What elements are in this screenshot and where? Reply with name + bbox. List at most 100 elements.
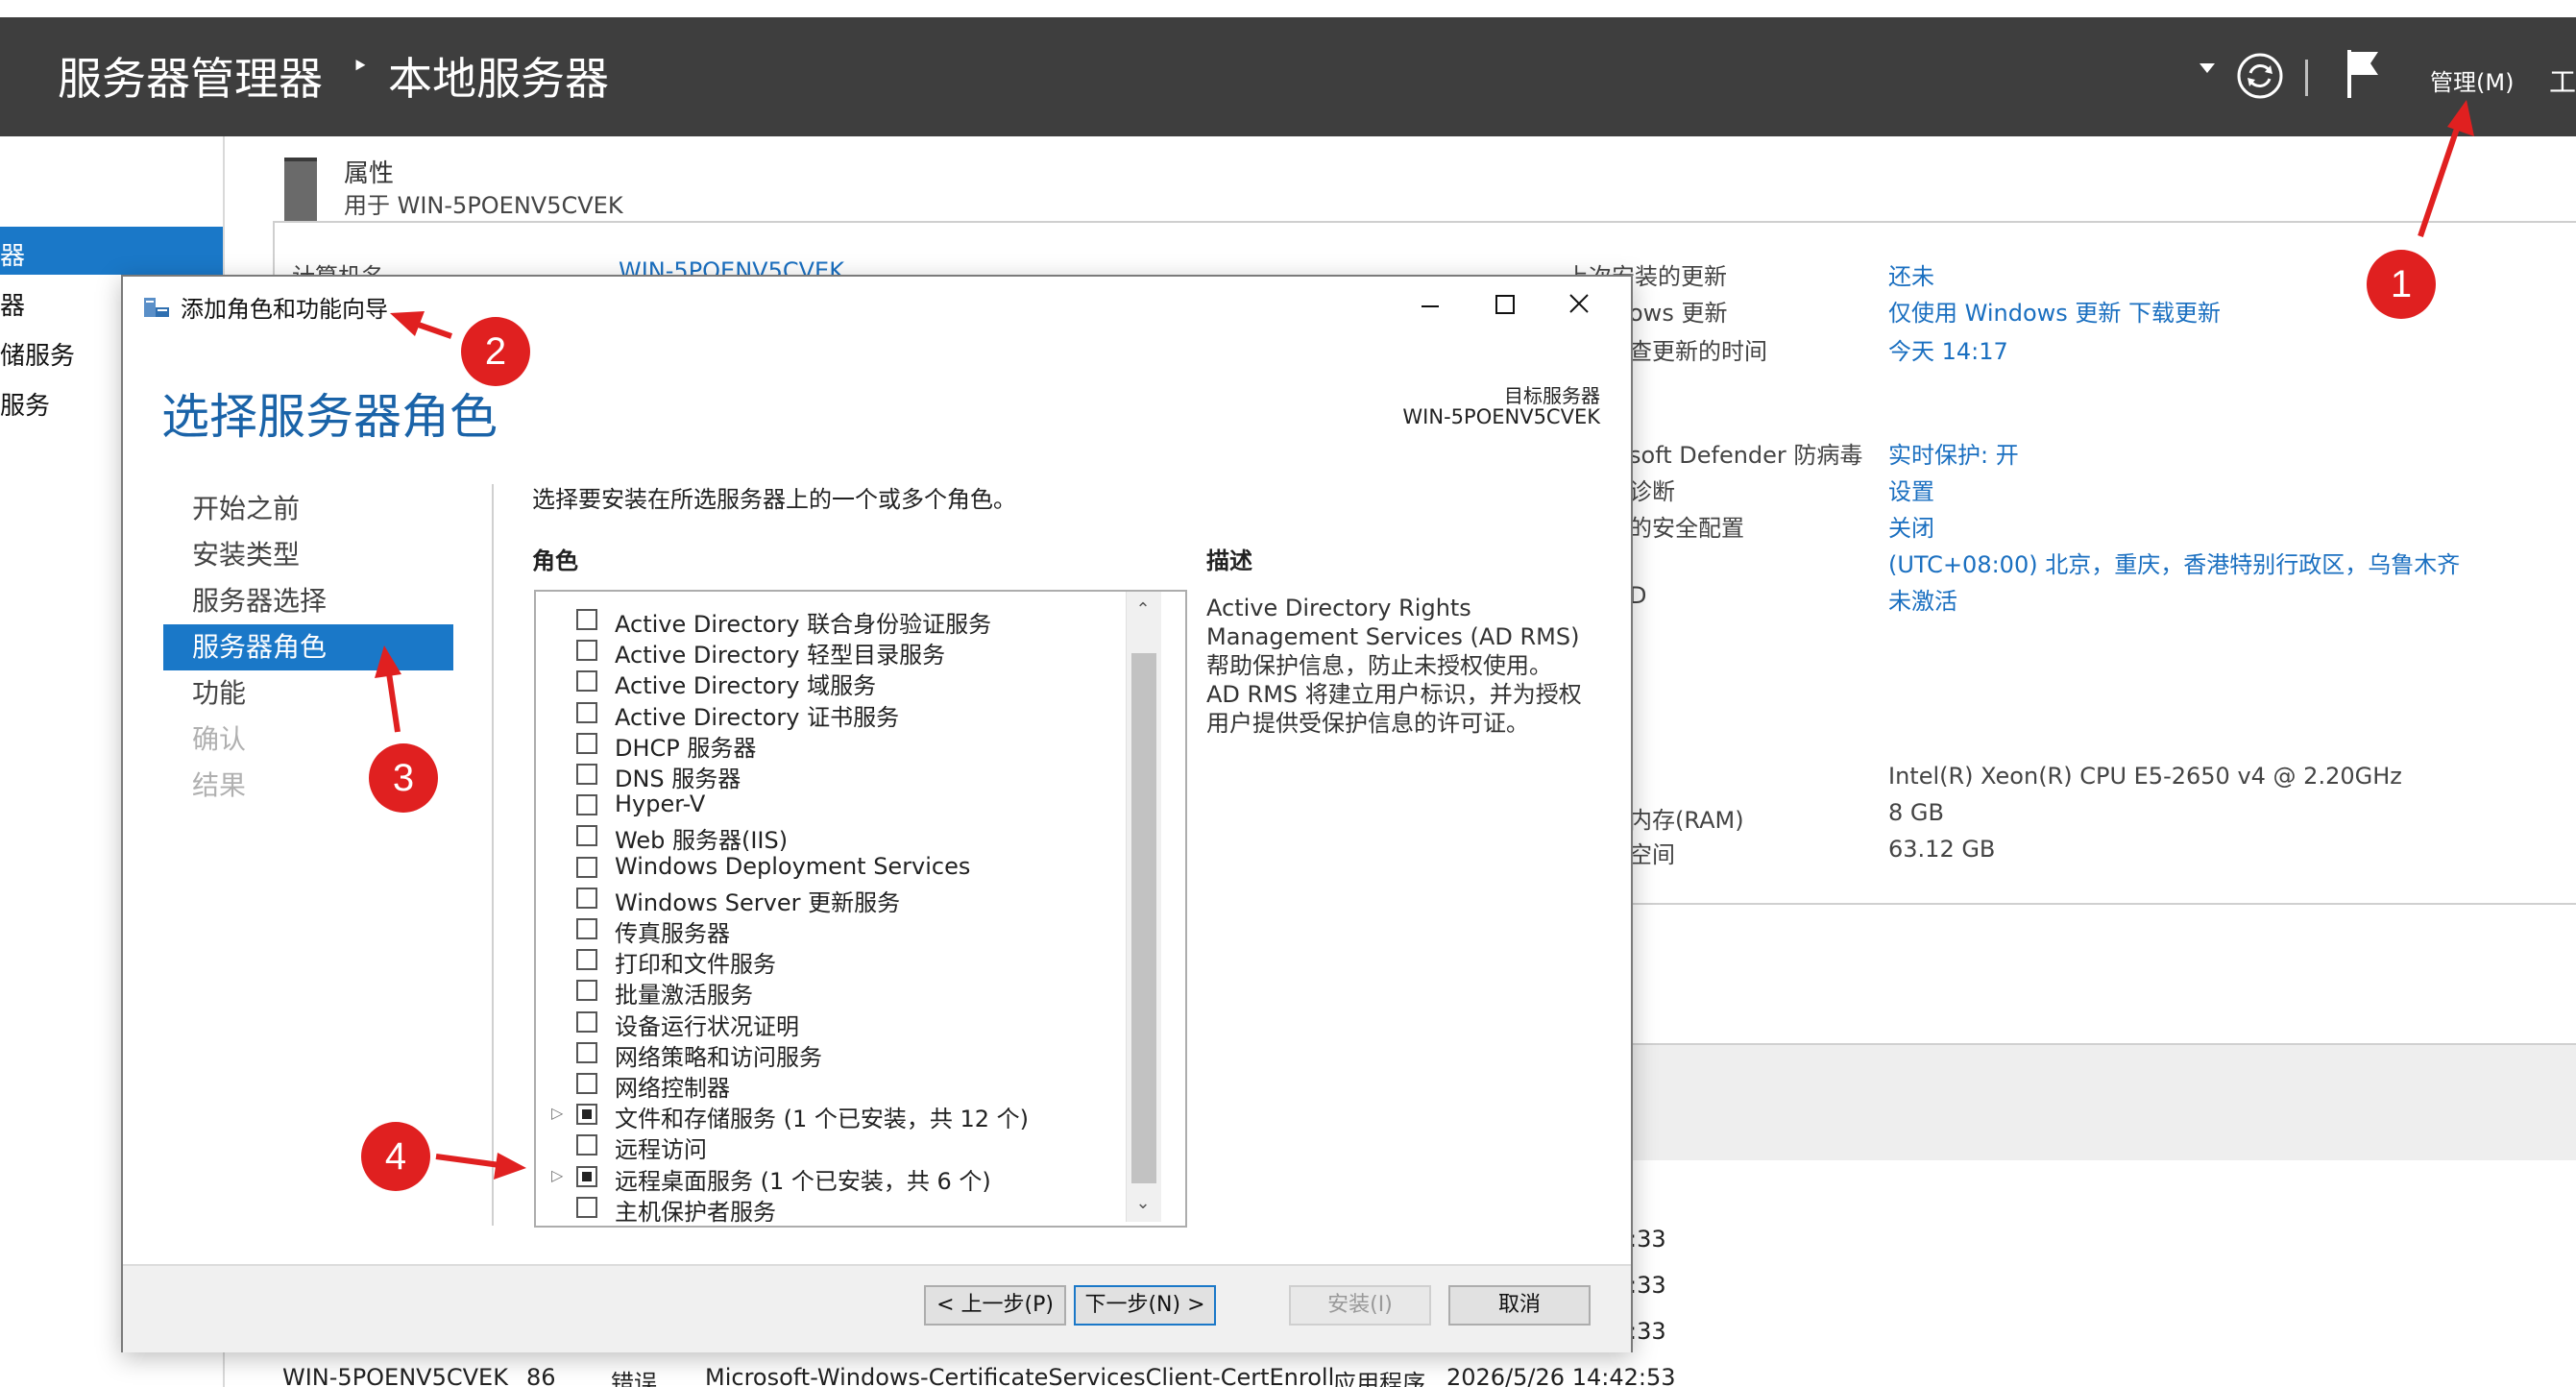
roles-listbox[interactable]: Active Directory 联合身份验证服务 Active Director… [534,590,1187,1228]
prop-label-last-check: 查更新的时间 [1629,338,1767,365]
panel-divider [1629,903,2576,905]
previous-button[interactable]: < 上一步(P) [924,1285,1066,1326]
role-row[interactable]: DNS 服务器 [536,758,1122,792]
event-log: 应用程序 [1333,1370,1425,1387]
event-source: Microsoft-Windows-CertificateServicesCli… [705,1364,1335,1387]
scrollbar-thumb[interactable] [1131,653,1156,1183]
expand-icon[interactable]: ▷ [551,1166,563,1184]
wizard-app-icon [142,294,171,325]
maximize-button[interactable] [1475,277,1533,330]
event-severity: 错误 [611,1370,657,1387]
next-button[interactable]: 下一步(N) > [1074,1285,1216,1326]
flag-icon[interactable] [2344,48,2382,104]
role-row[interactable]: Active Directory 轻型目录服务 [536,634,1122,669]
wizard-title: 添加角色和功能向导 [181,296,388,323]
prop-value-disk: 63.12 GB [1888,836,1996,863]
prop-value-activation[interactable]: 未激活 [1888,582,1957,616]
nav-item-all-servers[interactable]: 器 [0,286,25,322]
role-checkbox[interactable] [576,764,597,785]
description-body: Active Directory Rights Management Servi… [1206,594,1600,738]
role-checkbox[interactable] [576,1073,597,1094]
role-checkbox[interactable] [576,701,597,723]
role-checkbox[interactable] [576,1165,597,1187]
prop-value-timezone[interactable]: (UTC+08:00) 北京，重庆，香港特别行政区，乌鲁木齐 [1888,546,2460,579]
server-icon [284,158,317,221]
role-checkbox[interactable] [576,980,597,1002]
prop-label-security-config: 的安全配置 [1629,515,1744,542]
role-checkbox[interactable] [576,609,597,630]
event-id: 86 [526,1364,556,1387]
role-checkbox[interactable] [576,732,597,754]
step-installation-type[interactable]: 安装类型 [163,532,453,578]
header-divider [2305,60,2308,96]
close-button[interactable] [1550,277,1608,330]
role-row[interactable]: 远程访问 [536,1129,1122,1163]
minimize-button[interactable] [1400,277,1458,330]
role-checkbox[interactable] [576,670,597,693]
role-row[interactable]: 网络控制器 [536,1067,1122,1102]
step-before-you-begin[interactable]: 开始之前 [163,486,453,532]
role-checkbox[interactable] [576,1134,597,1156]
scroll-up-icon[interactable]: ⌃ [1126,594,1160,626]
role-checkbox[interactable] [576,640,597,662]
role-checkbox[interactable] [576,1104,597,1126]
title-bar [0,17,2576,136]
role-row[interactable]: Windows Deployment Services [536,851,1122,882]
annotation-badge-4: 4 [361,1122,430,1191]
role-checkbox[interactable] [576,949,597,971]
prop-value-security-config[interactable]: 关闭 [1888,509,1934,543]
add-roles-wizard-dialog: 添加角色和功能向导 选择服务器角色 目标服务器 WIN-5POENV5CVEK … [121,275,1633,1352]
event-time-1: :33 [1629,1226,1666,1253]
step-server-selection[interactable]: 服务器选择 [163,578,453,624]
prop-label-ram: 内存(RAM) [1629,807,1744,834]
role-checkbox[interactable] [576,918,597,939]
nav-selected-highlight [0,227,223,275]
role-row[interactable]: Hyper-V [536,789,1122,819]
prop-value-defender[interactable]: 实时保护: 开 [1888,436,2019,470]
role-row[interactable]: 传真服务器 [536,912,1122,947]
event-time-2: :33 [1629,1272,1666,1299]
nav-item-services[interactable]: 服务 [0,386,50,422]
role-row[interactable]: Windows Server 更新服务 [536,882,1122,916]
role-row[interactable]: 批量激活服务 [536,974,1122,1009]
tools-menu[interactable]: 工 [2549,61,2576,100]
role-row[interactable]: Active Directory 证书服务 [536,696,1122,731]
nav-item-file-storage[interactable]: 储服务 [0,336,75,372]
role-row[interactable]: DHCP 服务器 [536,727,1122,762]
chevron-down-icon[interactable] [2199,63,2215,73]
role-row[interactable]: Active Directory 域服务 [536,665,1122,699]
role-row[interactable]: ▷ 远程桌面服务 (1 个已安装，共 6 个) [536,1160,1122,1195]
prop-value-diagnostics[interactable]: 设置 [1888,473,1934,506]
role-row[interactable]: 主机保护者服务 [536,1191,1122,1226]
role-row[interactable]: 设备运行状况证明 [536,1006,1122,1040]
prop-value-last-update[interactable]: 还未 [1888,257,1934,291]
target-server-label: 目标服务器 [1504,384,1600,407]
cancel-button[interactable]: 取消 [1448,1285,1591,1326]
role-row[interactable]: Active Directory 联合身份验证服务 [536,603,1122,638]
role-checkbox[interactable] [576,887,597,909]
page-title: 本地服务器 [388,53,609,105]
refresh-icon[interactable] [2234,50,2286,106]
prop-value-windows-update[interactable]: 仅使用 Windows 更新 下载更新 [1888,294,2221,328]
role-row[interactable]: ▷ 文件和存储服务 (1 个已安装，共 12 个) [536,1098,1122,1132]
role-checkbox[interactable] [576,794,597,816]
role-row[interactable]: 网络策略和访问服务 [536,1036,1122,1071]
expand-icon[interactable]: ▷ [551,1104,563,1122]
description-line: Management Services (AD RMS) [1206,623,1580,650]
step-features[interactable]: 功能 [163,670,453,717]
role-checkbox[interactable] [576,1041,597,1063]
prop-value-last-check[interactable]: 今天 14:17 [1888,332,2008,366]
role-checkbox[interactable] [576,856,597,878]
role-checkbox[interactable] [576,1196,597,1218]
manage-menu[interactable]: 管理(M) [2430,63,2514,97]
scroll-down-icon[interactable]: ⌄ [1126,1187,1160,1220]
nav-item-local-server[interactable]: 器 [0,236,25,272]
role-row[interactable]: Web 服务器(IIS) [536,819,1122,854]
role-checkbox[interactable] [576,825,597,847]
role-label: Windows Deployment Services [615,852,971,880]
step-server-roles[interactable]: 服务器角色 [163,624,453,670]
role-checkbox[interactable] [576,1010,597,1033]
role-label: Hyper-V [615,791,706,818]
annotation-badge-3: 3 [369,743,438,813]
role-row[interactable]: 打印和文件服务 [536,943,1122,978]
